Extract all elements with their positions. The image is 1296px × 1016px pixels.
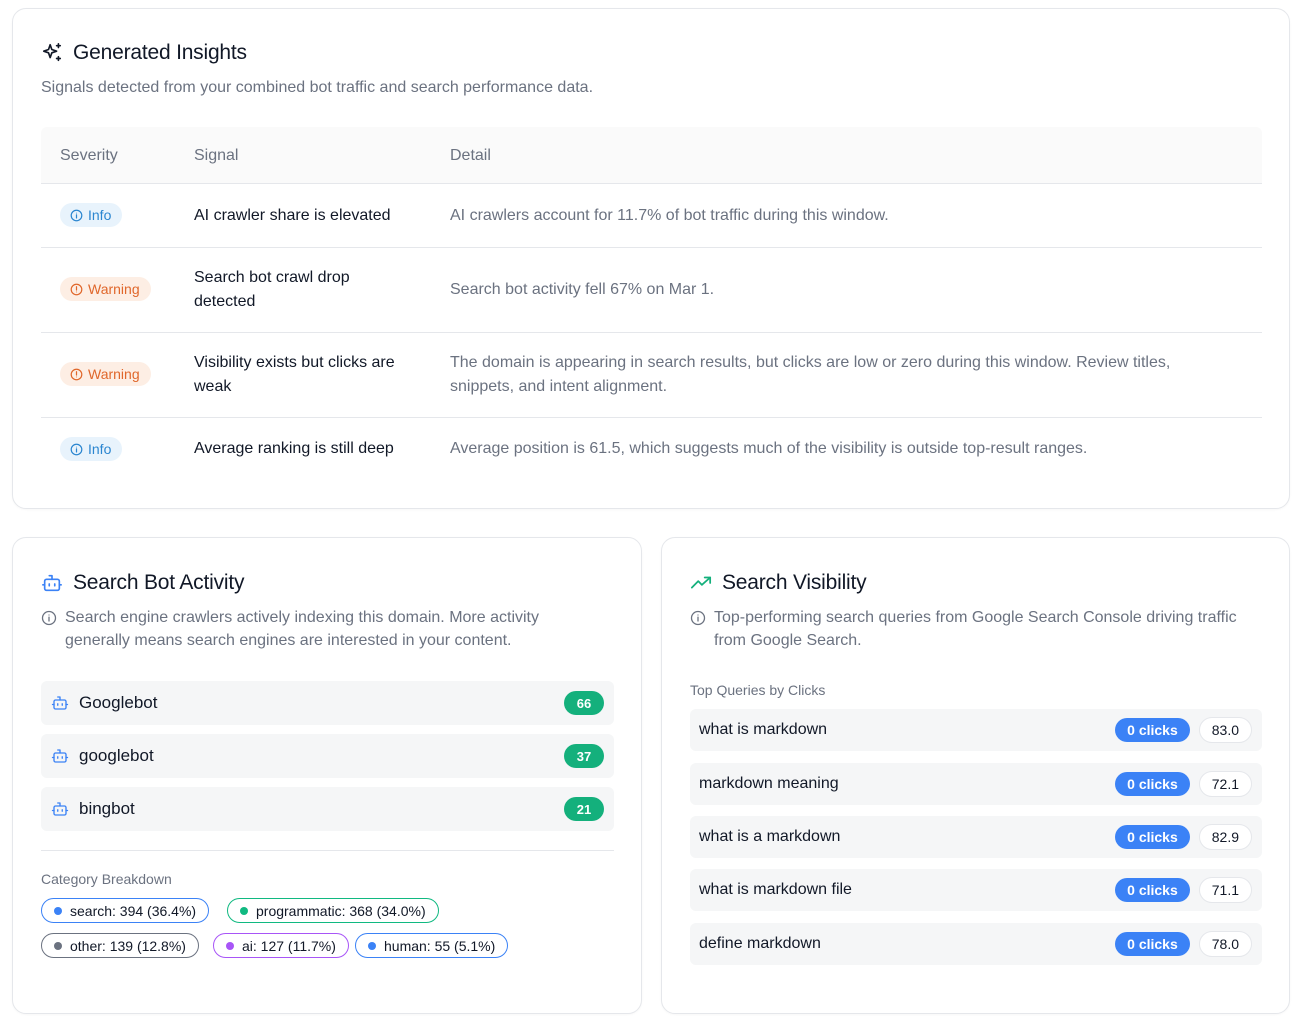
category-pill-human[interactable]: human: 55 (5.1%) — [355, 933, 509, 958]
severity-badge-info: Info — [60, 203, 123, 227]
dot-icon — [226, 941, 234, 950]
query-item[interactable]: markdown meaning 0 clicks 72.1 — [690, 763, 1262, 805]
severity-badge-info: Info — [60, 437, 123, 461]
bots-title: Search Bot Activity — [41, 571, 244, 595]
detail-text: AI crawlers account for 11.7% of bot tra… — [450, 207, 889, 224]
insights-title-text: Generated Insights — [73, 41, 247, 64]
bot-count-badge: 21 — [564, 797, 604, 821]
bot-name: bingbot — [79, 799, 135, 818]
detail-text: Search bot activity fell 67% on Mar 1. — [450, 281, 715, 298]
position-badge: 82.9 — [1198, 824, 1252, 850]
severity-badge-warning: Warning — [60, 362, 151, 386]
visibility-title: Search Visibility — [690, 571, 867, 595]
position-badge: 72.1 — [1198, 771, 1252, 797]
signal-text: Visibility exists but clicks are weak — [194, 354, 395, 395]
bot-name: Googlebot — [79, 693, 158, 712]
bot-icon — [51, 747, 69, 765]
generated-insights-card: Generated Insights Signals detected from… — [12, 8, 1290, 509]
query-item[interactable]: what is markdown file 0 clicks 71.1 — [690, 869, 1262, 911]
search-bot-activity-card: Search Bot Activity Search engine crawle… — [12, 537, 642, 1014]
bot-count-badge: 37 — [564, 744, 604, 768]
table-row: Warning Search bot crawl drop detected S… — [41, 248, 1262, 333]
category-pill-programmatic[interactable]: programmatic: 368 (34.0%) — [227, 898, 439, 923]
table-row: Info AI crawler share is elevated AI cra… — [41, 184, 1262, 248]
bot-count-badge: 66 — [564, 691, 604, 715]
info-circle-icon — [70, 443, 83, 455]
info-circle-icon — [690, 610, 706, 626]
clicks-badge: 0 clicks — [1115, 932, 1190, 956]
bot-item[interactable]: googlebot 37 — [41, 734, 614, 778]
detail-text: The domain is appearing in search result… — [450, 354, 1171, 395]
bot-icon — [51, 800, 69, 818]
dot-icon — [240, 906, 248, 915]
bot-name: googlebot — [79, 746, 154, 765]
query-item[interactable]: what is markdown 0 clicks 83.0 — [690, 709, 1262, 751]
column-severity: Severity — [60, 147, 118, 164]
bot-item[interactable]: bingbot 21 — [41, 787, 614, 831]
clicks-badge: 0 clicks — [1115, 772, 1190, 796]
table-row: Info Average ranking is still deep Avera… — [41, 418, 1262, 480]
query-text: what is markdown — [699, 721, 828, 738]
table-row: Warning Visibility exists but clicks are… — [41, 333, 1262, 418]
severity-badge-warning: Warning — [60, 277, 151, 301]
visibility-description-text: Top-performing search queries from Googl… — [714, 609, 1237, 649]
position-badge: 83.0 — [1198, 717, 1252, 743]
position-badge: 78.0 — [1198, 931, 1252, 957]
dot-icon — [54, 906, 62, 915]
query-text: what is a markdown — [699, 828, 841, 845]
info-circle-icon — [70, 209, 83, 221]
bots-description: Search engine crawlers actively indexing… — [41, 606, 601, 652]
bot-icon — [42, 574, 62, 592]
detail-text: Average position is 61.5, which suggests… — [450, 440, 1088, 457]
category-pill-ai[interactable]: ai: 127 (11.7%) — [213, 933, 349, 958]
category-pill-search[interactable]: search: 394 (36.4%) — [41, 898, 210, 923]
divider — [41, 850, 614, 851]
sparkles-icon — [42, 43, 62, 62]
query-text: markdown meaning — [699, 775, 839, 792]
table-header: Severity Signal Detail — [41, 127, 1262, 184]
top-queries-label: Top Queries by Clicks — [690, 682, 826, 698]
info-circle-icon — [41, 610, 57, 626]
alert-circle-icon — [70, 368, 83, 380]
bot-item[interactable]: Googlebot 66 — [41, 681, 614, 725]
search-visibility-card: Search Visibility Top-performing search … — [661, 537, 1290, 1014]
bots-description-text: Search engine crawlers actively indexing… — [65, 609, 539, 649]
signal-text: AI crawler share is elevated — [194, 207, 391, 224]
column-detail: Detail — [450, 147, 491, 164]
trending-up-icon — [690, 576, 712, 589]
bots-title-text: Search Bot Activity — [73, 571, 245, 594]
dot-icon — [54, 941, 62, 950]
column-signal: Signal — [194, 147, 239, 164]
clicks-badge: 0 clicks — [1115, 718, 1190, 742]
position-badge: 71.1 — [1198, 877, 1252, 903]
clicks-badge: 0 clicks — [1115, 878, 1190, 902]
insights-title: Generated Insights — [41, 41, 247, 65]
visibility-description: Top-performing search queries from Googl… — [690, 606, 1250, 652]
query-item[interactable]: define markdown 0 clicks 78.0 — [690, 923, 1262, 965]
query-text: define markdown — [699, 935, 821, 952]
query-text: what is markdown file — [699, 881, 852, 898]
bot-icon — [51, 694, 69, 712]
dot-icon — [368, 941, 376, 950]
visibility-title-text: Search Visibility — [722, 571, 867, 594]
signal-text: Search bot crawl drop detected — [194, 269, 350, 310]
alert-circle-icon — [70, 283, 83, 295]
insights-subtitle: Signals detected from your combined bot … — [41, 79, 594, 96]
category-pill-other[interactable]: other: 139 (12.8%) — [41, 933, 199, 958]
insights-table: Severity Signal Detail Info AI crawler s… — [41, 127, 1262, 480]
query-item[interactable]: what is a markdown 0 clicks 82.9 — [690, 816, 1262, 858]
signal-text: Average ranking is still deep — [194, 440, 394, 457]
clicks-badge: 0 clicks — [1115, 825, 1190, 849]
category-breakdown-label: Category Breakdown — [41, 871, 172, 887]
